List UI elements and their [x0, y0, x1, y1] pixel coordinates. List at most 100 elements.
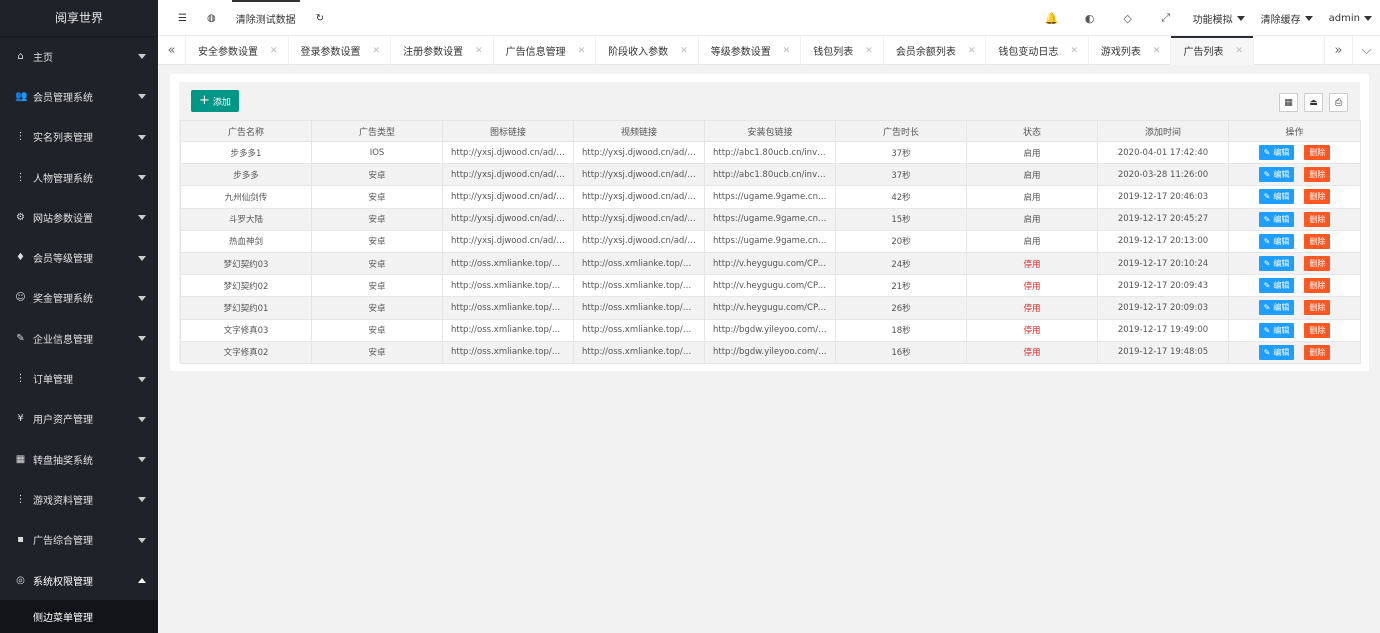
close-icon[interactable]: ✕: [865, 46, 873, 56]
app-logo[interactable]: 阅享世界: [0, 0, 158, 36]
edit-button[interactable]: ✎ 编辑: [1258, 145, 1295, 161]
chevron-up-icon: [138, 578, 146, 583]
tabs-scroll-left-icon[interactable]: «: [158, 36, 186, 65]
edit-button[interactable]: ✎ 编辑: [1258, 211, 1295, 227]
status-cell: 停用: [966, 274, 1098, 298]
delete-button[interactable]: 删除: [1304, 233, 1331, 249]
sidebar-item-7[interactable]: ✎ 企业信息管理: [0, 318, 158, 358]
cell-type: 安卓: [311, 229, 443, 253]
delete-button[interactable]: 删除: [1304, 145, 1331, 161]
close-icon[interactable]: ✕: [968, 46, 976, 56]
tab-5[interactable]: 等级参数设置 ✕: [699, 36, 802, 65]
edit-button[interactable]: ✎ 编辑: [1258, 233, 1295, 249]
tab-3[interactable]: 广告信息管理 ✕: [494, 36, 597, 65]
tag-icon[interactable]: ◇: [1109, 12, 1147, 25]
delete-button[interactable]: 删除: [1304, 300, 1331, 316]
cell-duration: 26秒: [835, 296, 967, 320]
cell-duration: 16秒: [835, 340, 967, 364]
sidebar-item-2[interactable]: ⋮ 实名列表管理: [0, 117, 158, 157]
tab-8[interactable]: 钱包变动日志 ✕: [986, 36, 1089, 65]
tab-1[interactable]: 登录参数设置 ✕: [289, 36, 392, 65]
tab-7[interactable]: 会员余额列表 ✕: [884, 36, 987, 65]
sidebar-item-12[interactable]: ▪ 广告综合管理: [0, 520, 158, 560]
tabs-dropdown-icon[interactable]: ⌵: [1352, 36, 1380, 65]
chevron-down-icon: [138, 94, 146, 100]
edit-button[interactable]: ✎ 编辑: [1258, 322, 1295, 338]
tab-label: 钱包变动日志: [998, 47, 1059, 58]
tab-0[interactable]: 安全参数设置 ✕: [186, 36, 289, 65]
tabs-scroll-right-icon[interactable]: »: [1324, 36, 1352, 65]
edit-button[interactable]: ✎ 编辑: [1258, 300, 1295, 316]
cell-video: http://yxsj.djwood.cn/ad/re...: [573, 229, 705, 253]
header-menu-2[interactable]: admin: [1321, 13, 1380, 24]
delete-button[interactable]: 删除: [1304, 167, 1331, 183]
header-menu-0[interactable]: 功能模拟: [1185, 11, 1253, 26]
tab-2[interactable]: 注册参数设置 ✕: [391, 36, 494, 65]
delete-button[interactable]: 删除: [1304, 278, 1331, 294]
edit-button[interactable]: ✎ 编辑: [1258, 256, 1295, 272]
cell-type: 安卓: [311, 274, 443, 298]
print-icon[interactable]: ⎙: [1329, 93, 1348, 112]
globe-icon[interactable]: ◍: [197, 0, 226, 36]
fullscreen-icon[interactable]: ⤢: [1147, 11, 1185, 25]
edit-button[interactable]: ✎ 编辑: [1258, 167, 1295, 183]
chevron-down-icon: [138, 175, 146, 181]
sidebar-item-11[interactable]: ⋮ 游戏资料管理: [0, 479, 158, 519]
table-toolbar: ▦ ⏏ ⎙: [1279, 93, 1348, 112]
cell-duration: 20秒: [835, 229, 967, 253]
sidebar-item-13[interactable]: ◎ 系统权限管理: [0, 560, 158, 600]
tab-label: 安全参数设置: [198, 47, 258, 58]
sidebar-item-1[interactable]: 👥 会员管理系统: [0, 76, 158, 116]
page-tabs-bar: « 安全参数设置 ✕ 登录参数设置 ✕ 注册参数设置 ✕ 广告信息管理 ✕ 阶段收入参数 ✕ 等级参…: [158, 36, 1380, 65]
sidebar-item-8[interactable]: ⋮ 订单管理: [0, 358, 158, 398]
columns-filter-icon[interactable]: ▦: [1279, 93, 1298, 112]
close-icon[interactable]: ✕: [783, 46, 791, 56]
close-icon[interactable]: ✕: [578, 46, 586, 56]
refresh-icon[interactable]: ↻: [306, 0, 334, 36]
column-header: 视频链接: [573, 120, 705, 142]
edit-label: 编辑: [1273, 192, 1290, 202]
cell-icon: http://yxsj.djwood.cn/ad/b...: [442, 163, 574, 187]
cell-type: 安卓: [311, 340, 443, 364]
delete-button[interactable]: 删除: [1304, 211, 1331, 227]
sidebar-item-6[interactable]: ☺ 奖金管理系统: [0, 278, 158, 318]
clear-test-data-button[interactable]: 清除测试数据: [226, 0, 306, 36]
close-icon[interactable]: ✕: [475, 46, 483, 56]
header-menu-1[interactable]: 清除缓存: [1253, 11, 1321, 26]
delete-button[interactable]: 删除: [1304, 344, 1331, 360]
close-icon[interactable]: ✕: [1070, 46, 1078, 56]
actions-cell: ✎ 编辑 删除: [1228, 340, 1361, 364]
tab-6[interactable]: 钱包列表 ✕: [801, 36, 884, 65]
sidebar-item-10[interactable]: ▦ 转盘抽奖系统: [0, 439, 158, 479]
sidebar-item-5[interactable]: ♦ 会员等级管理: [0, 237, 158, 277]
sidebar-item-0[interactable]: ⌂ 主页: [0, 36, 158, 76]
chevron-down-icon: [138, 54, 146, 60]
tab-4[interactable]: 阶段收入参数 ✕: [596, 36, 699, 65]
edit-button[interactable]: ✎ 编辑: [1258, 189, 1295, 205]
delete-button[interactable]: 删除: [1304, 256, 1331, 272]
cell-video: http://oss.xmlianke.top/we...: [573, 340, 705, 364]
close-icon[interactable]: ✕: [1153, 46, 1161, 56]
sidebar-item-4[interactable]: ⚙ 网站参数设置: [0, 197, 158, 237]
sidebar-item-9[interactable]: ¥ 用户资产管理: [0, 399, 158, 439]
close-icon[interactable]: ✕: [270, 46, 278, 56]
edit-button[interactable]: ✎ 编辑: [1258, 278, 1295, 294]
tab-9[interactable]: 游戏列表 ✕: [1089, 36, 1172, 65]
close-icon[interactable]: ✕: [680, 46, 688, 56]
tab-10[interactable]: 广告列表 ✕: [1171, 36, 1255, 65]
delete-button[interactable]: 删除: [1304, 322, 1331, 338]
sidebar-item-3[interactable]: ⋮ 人物管理系统: [0, 157, 158, 197]
export-icon[interactable]: ⏏: [1304, 93, 1323, 112]
bell-icon[interactable]: 🔔: [1033, 12, 1071, 25]
theme-icon[interactable]: ◐: [1071, 12, 1109, 25]
close-icon[interactable]: ✕: [1235, 46, 1243, 56]
close-icon[interactable]: ✕: [373, 46, 381, 56]
menu-toggle-icon[interactable]: ☰: [158, 0, 197, 36]
dots-icon: ⋮: [15, 373, 26, 385]
delete-button[interactable]: 删除: [1304, 189, 1331, 205]
column-header: 操作: [1228, 120, 1361, 142]
sidebar-subitem-side-menu[interactable]: 侧边菜单管理: [0, 600, 158, 633]
add-button[interactable]: + 添加: [191, 90, 239, 112]
edit-button[interactable]: ✎ 编辑: [1258, 344, 1295, 360]
tab-label: 注册参数设置: [403, 47, 464, 58]
